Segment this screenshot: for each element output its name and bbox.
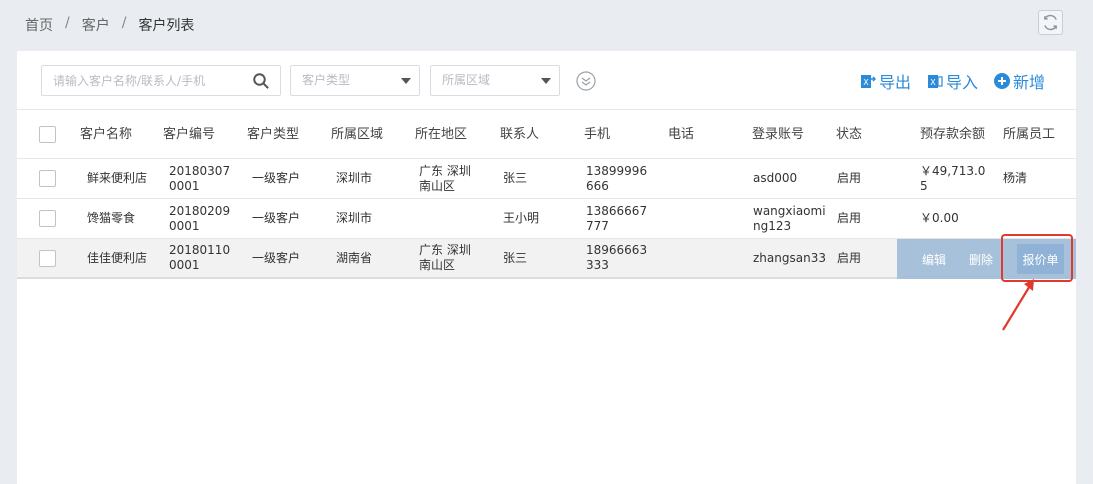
cell-mobile: 13899996666	[586, 163, 648, 193]
import-icon: X	[927, 73, 943, 89]
plus-circle-icon	[993, 73, 1010, 89]
new-label: 新增	[1012, 73, 1045, 92]
cell-customer-code: 201801100001	[169, 243, 231, 272]
svg-text:X: X	[930, 78, 936, 87]
customer-type-select[interactable]: 客户类型	[290, 65, 420, 96]
svg-text:X: X	[863, 78, 869, 87]
table-row[interactable]: 佳佳便利店 201801100001 一级客户 湖南省 广东 深圳 南山区 张三…	[17, 239, 1076, 279]
cell-customer-name: 鲜来便利店	[87, 171, 148, 185]
cell-customer-type: 一级客户	[252, 250, 301, 265]
breadcrumb-current: 客户列表	[138, 18, 195, 34]
cell-mobile: 13866667777	[586, 203, 648, 233]
annotation-arrow-icon	[1002, 279, 1034, 331]
customer-type-select-label: 客户类型	[302, 73, 351, 87]
column-header: 状态	[836, 126, 863, 142]
edit-button[interactable]: 编辑	[922, 251, 946, 268]
cell-customer-type: 一级客户	[252, 211, 301, 225]
column-header: 客户类型	[247, 126, 300, 142]
column-header: 联系人	[500, 126, 540, 142]
export-icon: X	[860, 73, 876, 89]
export-label: 导出	[878, 73, 911, 92]
table-row[interactable]: 馋猫零食 201802090001 一级客户 深圳市 王小明 138666677…	[17, 199, 1076, 239]
cell-region: 湖南省	[336, 250, 373, 265]
row-checkbox[interactable]	[39, 250, 56, 267]
table-header: 客户名称 客户编号 客户类型 所属区域 所在地区 联系人 手机 电话 登录账号 …	[17, 109, 1076, 159]
breadcrumb-separator: /	[121, 15, 127, 31]
column-header: 客户编号	[163, 126, 216, 142]
cell-balance: ￥0.00	[920, 211, 959, 225]
caret-down-icon	[541, 78, 551, 84]
column-header: 手机	[584, 126, 611, 142]
double-chevron-down-icon	[576, 71, 596, 91]
cell-account: zhangsan33	[753, 250, 826, 265]
cell-contact: 王小明	[503, 211, 540, 225]
expand-filters-button[interactable]	[576, 71, 596, 91]
cell-area: 广东 深圳 南山区	[419, 243, 471, 272]
search-icon[interactable]	[252, 72, 270, 94]
region-select-label: 所属区域	[442, 73, 491, 87]
new-button[interactable]: 新增	[993, 69, 1045, 93]
column-header: 所在地区	[415, 126, 468, 142]
breadcrumb-customer[interactable]: 客户	[82, 15, 110, 35]
export-button[interactable]: X 导出	[860, 69, 911, 93]
toolbar-actions: X 导出 X 导入 新增	[860, 69, 1045, 93]
cell-balance: ￥49,713.05	[920, 163, 986, 193]
refresh-icon	[1044, 14, 1057, 31]
cell-status: 启用	[837, 250, 862, 265]
row-checkbox[interactable]	[39, 170, 56, 187]
cell-contact: 张三	[503, 250, 528, 265]
cell-status: 启用	[837, 211, 862, 225]
delete-button[interactable]: 删除	[969, 251, 993, 268]
cell-region: 深圳市	[336, 211, 373, 225]
toolbar: 客户类型 所属区域 X 导出 X 导入	[17, 51, 1076, 109]
import-label: 导入	[945, 73, 978, 92]
cell-customer-name: 佳佳便利店	[87, 250, 148, 265]
customer-list-panel: 客户类型 所属区域 X 导出 X 导入	[17, 51, 1076, 484]
breadcrumb-home[interactable]: 首页	[25, 15, 53, 35]
cell-account: wangxiaoming123	[753, 203, 826, 233]
table-row[interactable]: 鲜来便利店 201803070001 一级客户 深圳市 广东 深圳 南山区 张三…	[17, 159, 1076, 199]
row-checkbox[interactable]	[39, 210, 56, 227]
region-select[interactable]: 所属区域	[430, 65, 560, 96]
cell-customer-type: 一级客户	[252, 171, 301, 185]
select-all-checkbox[interactable]	[39, 126, 56, 143]
cell-mobile: 18966663333	[586, 243, 648, 272]
cell-area: 广东 深圳 南山区	[419, 163, 471, 193]
column-header: 所属区域	[331, 126, 384, 142]
refresh-button[interactable]	[1038, 10, 1063, 35]
search-box	[41, 65, 281, 96]
column-header: 预存款余额	[920, 126, 986, 142]
cell-status: 启用	[837, 171, 862, 185]
cell-account: asd000	[753, 171, 798, 185]
cell-area	[419, 199, 475, 238]
cell-customer-code: 201803070001	[169, 163, 231, 193]
breadcrumb: 首页 / 客户 / 客户列表	[25, 15, 194, 35]
cell-customer-name: 馋猫零食	[87, 211, 136, 225]
column-header: 所属员工	[1003, 126, 1056, 142]
import-button[interactable]: X 导入	[927, 69, 978, 93]
cell-customer-code: 201802090001	[169, 203, 231, 233]
column-header: 电话	[668, 126, 695, 142]
column-header: 登录账号	[752, 126, 805, 142]
column-header: 客户名称	[80, 126, 133, 142]
cell-region: 深圳市	[336, 171, 373, 185]
breadcrumb-separator: /	[65, 15, 70, 31]
cell-contact: 张三	[503, 171, 528, 185]
caret-down-icon	[401, 78, 411, 84]
search-input[interactable]	[42, 66, 242, 95]
cell-staff: 杨清	[1003, 171, 1028, 185]
